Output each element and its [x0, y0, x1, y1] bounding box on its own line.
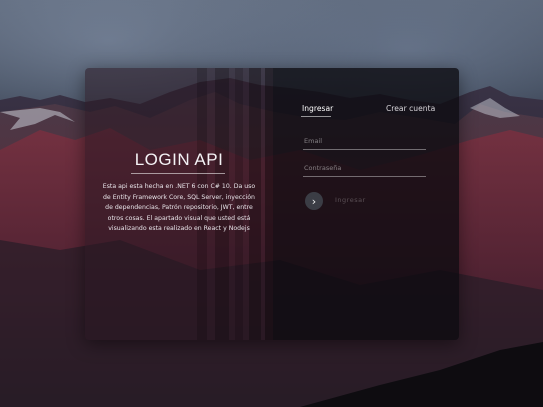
decorative-stripe: [265, 68, 273, 340]
email-input[interactable]: [303, 133, 426, 150]
password-input[interactable]: [303, 160, 426, 177]
title-divider: [131, 173, 225, 174]
api-description: Esta api esta hecha en .NET 6 con C# 10.…: [102, 183, 256, 233]
tab-crear-cuenta[interactable]: Crear cuenta: [386, 104, 435, 113]
tab-ingresar[interactable]: Ingresar: [302, 104, 333, 113]
submit-label: Ingresar: [335, 196, 366, 204]
submit-button[interactable]: ›: [305, 192, 323, 210]
page-title: LOGIN API: [134, 150, 224, 169]
login-card: LOGIN API Esta api esta hecha en .NET 6 …: [85, 68, 459, 340]
active-tab-indicator: [301, 116, 331, 117]
chevron-right-icon: ›: [311, 194, 317, 208]
